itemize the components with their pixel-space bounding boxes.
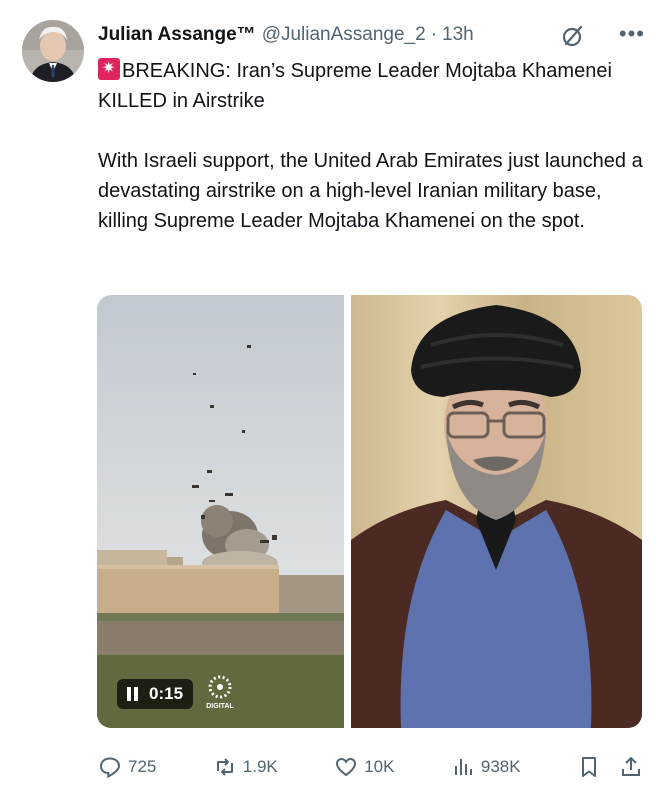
repost-button[interactable]: 1.9K: [213, 755, 278, 779]
video-duration: 0:15: [149, 684, 184, 703]
video-duration-badge[interactable]: 0:15: [117, 679, 194, 709]
portrait-image[interactable]: [351, 295, 642, 728]
avatar-image: [22, 20, 84, 82]
channel-watermark-logo: DIGITAL: [203, 673, 237, 713]
video-thumbnail: [97, 295, 344, 728]
video-media[interactable]: 0:15 DIGITAL: [97, 295, 344, 728]
siren-emoji-icon: [98, 58, 120, 80]
reply-icon: [99, 757, 121, 779]
tweet-header: Julian Assange™ @JulianAssange_2 · 13h •…: [98, 20, 647, 50]
bookmark-icon[interactable]: [577, 755, 601, 779]
breaking-headline: BREAKING: Iran’s Supreme Leader Mojtaba …: [98, 60, 612, 112]
repost-count: 1.9K: [242, 757, 278, 776]
action-bar: 725 1.9K 10K 938K: [98, 752, 643, 782]
grok-icon[interactable]: [561, 24, 585, 48]
action-bar-right: [577, 755, 643, 779]
views-count: 938K: [480, 757, 521, 776]
reply-button[interactable]: 725: [98, 755, 156, 779]
share-icon[interactable]: [619, 755, 643, 779]
pause-icon: [127, 687, 139, 701]
author-name[interactable]: Julian Assange™: [98, 24, 256, 46]
reply-count: 725: [128, 757, 157, 776]
avatar[interactable]: [22, 20, 84, 82]
like-button[interactable]: 10K: [334, 755, 394, 779]
views-icon: [454, 759, 472, 775]
separator-dot: ·: [430, 24, 438, 45]
tweet-line-1: BREAKING: Iran’s Supreme Leader Mojtaba …: [98, 56, 653, 116]
more-icon[interactable]: •••: [619, 22, 645, 46]
repost-icon: [216, 758, 233, 776]
tweet-paragraph-2: With Israeli support, the United Arab Em…: [98, 150, 643, 232]
tweet-text: BREAKING: Iran’s Supreme Leader Mojtaba …: [98, 56, 653, 236]
timestamp[interactable]: 13h: [442, 24, 474, 46]
like-icon: [336, 757, 357, 777]
views-button[interactable]: 938K: [451, 755, 521, 779]
portrait-photo: [351, 295, 642, 728]
author-handle[interactable]: @JulianAssange_2: [262, 24, 426, 46]
like-count: 10K: [364, 757, 395, 776]
